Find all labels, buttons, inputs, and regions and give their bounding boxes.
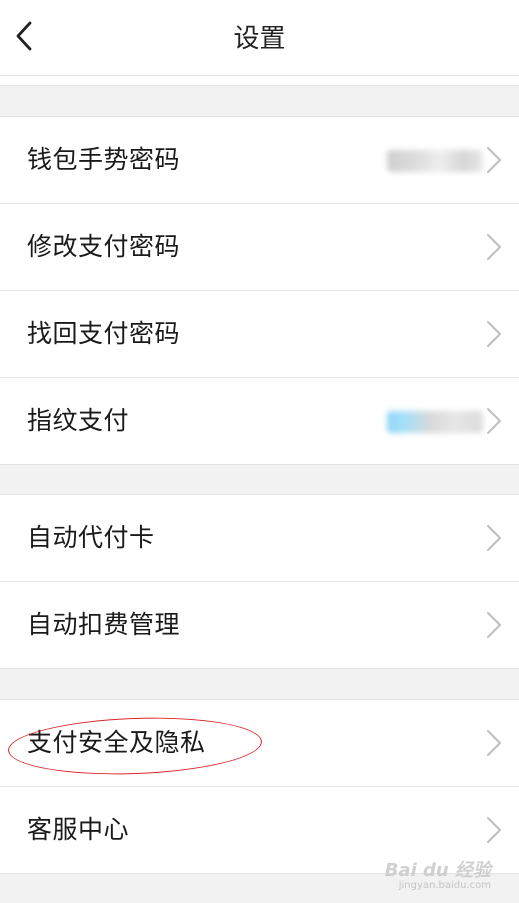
chevron-right-icon (487, 321, 501, 347)
row-label: 找回支付密码 (27, 319, 181, 348)
settings-row-auto-deduction[interactable]: 自动扣费管理 (0, 582, 519, 668)
settings-row-auto-pay-card[interactable]: 自动代付卡 (0, 495, 519, 582)
settings-row-change-pay-password[interactable]: 修改支付密码 (0, 204, 519, 291)
chevron-right-icon (487, 730, 501, 756)
row-label: 自动扣费管理 (27, 610, 181, 639)
settings-group-auto-pay: 自动代付卡 自动扣费管理 (0, 494, 519, 669)
chevron-right-icon (487, 234, 501, 260)
row-label: 指纹支付 (27, 406, 130, 435)
chevron-right-icon (487, 147, 501, 173)
settings-row-fingerprint-pay[interactable]: 指纹支付 (0, 378, 519, 464)
chevron-right-icon (487, 525, 501, 551)
chevron-right-icon (487, 817, 501, 843)
row-label: 修改支付密码 (27, 232, 181, 261)
page-title: 设置 (233, 24, 286, 54)
watermark-url: jingyan.baidu.com (398, 880, 491, 891)
settings-group-security: 钱包手势密码 修改支付密码 找回支付密码 指纹支付 (0, 116, 519, 465)
watermark-text: Bai du 经验 (384, 860, 491, 881)
settings-row-recover-pay-password[interactable]: 找回支付密码 (0, 291, 519, 378)
watermark-logo: Bai du 经验 jingyan.baidu.com (385, 856, 491, 891)
divider (0, 76, 519, 86)
chevron-right-icon (487, 612, 501, 638)
blurred-value (387, 150, 483, 172)
blurred-value (387, 411, 483, 433)
navigation-bar: 设置 (0, 0, 519, 76)
row-label: 钱包手势密码 (27, 145, 181, 174)
row-label: 客服中心 (27, 815, 130, 844)
row-label: 自动代付卡 (27, 523, 155, 552)
settings-row-gesture-password[interactable]: 钱包手势密码 (0, 117, 519, 204)
chevron-right-icon (487, 408, 501, 434)
